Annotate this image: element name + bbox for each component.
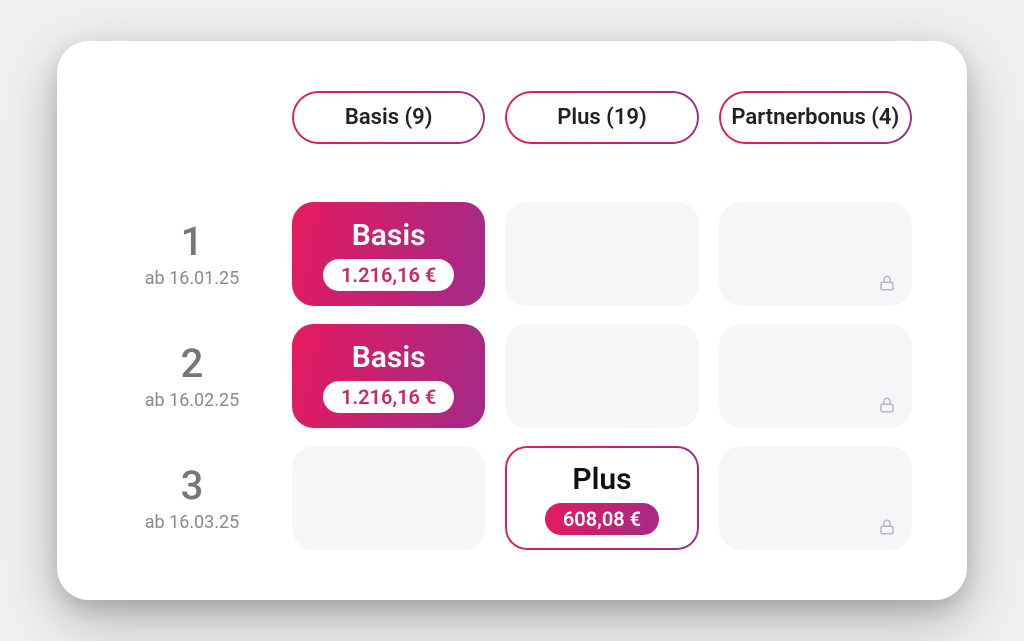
row-date: ab 16.03.25 (112, 512, 272, 533)
col-header-basis[interactable]: Basis (9) (292, 91, 485, 144)
price-pill: 1.216,16 € (323, 259, 454, 291)
cell-row2-plus[interactable] (505, 324, 698, 428)
cell-title: Plus (572, 462, 631, 497)
lock-icon (878, 518, 896, 536)
header-gap (112, 162, 912, 184)
price-pill: 1.216,16 € (323, 381, 454, 413)
cell-row2-partnerbonus[interactable] (719, 324, 912, 428)
row-number: 1 (112, 220, 272, 264)
lock-icon (878, 396, 896, 414)
plan-grid: Basis (9) Plus (19) Partnerbonus (4) 1 a… (112, 91, 912, 550)
row-label-1: 1 ab 16.01.25 (112, 220, 272, 289)
plan-card: Basis (9) Plus (19) Partnerbonus (4) 1 a… (57, 41, 967, 600)
col-header-label: Basis (9) (345, 105, 433, 130)
cell-row3-basis[interactable] (292, 446, 485, 550)
cell-row3-plus[interactable]: Plus 608,08 € (505, 446, 698, 550)
cell-row1-basis[interactable]: Basis 1.216,16 € (292, 202, 485, 306)
cell-row3-partnerbonus[interactable] (719, 446, 912, 550)
col-header-label: Plus (19) (557, 105, 646, 130)
cell-row1-partnerbonus[interactable] (719, 202, 912, 306)
row-number: 2 (112, 342, 272, 386)
row-label-2: 2 ab 16.02.25 (112, 342, 272, 411)
row-number: 3 (112, 464, 272, 508)
cell-row1-plus[interactable] (505, 202, 698, 306)
cell-row2-basis[interactable]: Basis 1.216,16 € (292, 324, 485, 428)
lock-icon (878, 274, 896, 292)
row-date: ab 16.01.25 (112, 268, 272, 289)
cell-title: Basis (352, 218, 426, 253)
cell-title: Basis (352, 340, 426, 375)
col-header-partnerbonus[interactable]: Partnerbonus (4) (719, 91, 912, 144)
row-label-3: 3 ab 16.03.25 (112, 464, 272, 533)
price-pill: 608,08 € (545, 503, 659, 535)
col-header-plus[interactable]: Plus (19) (505, 91, 698, 144)
row-date: ab 16.02.25 (112, 390, 272, 411)
col-header-label: Partnerbonus (4) (731, 105, 899, 130)
